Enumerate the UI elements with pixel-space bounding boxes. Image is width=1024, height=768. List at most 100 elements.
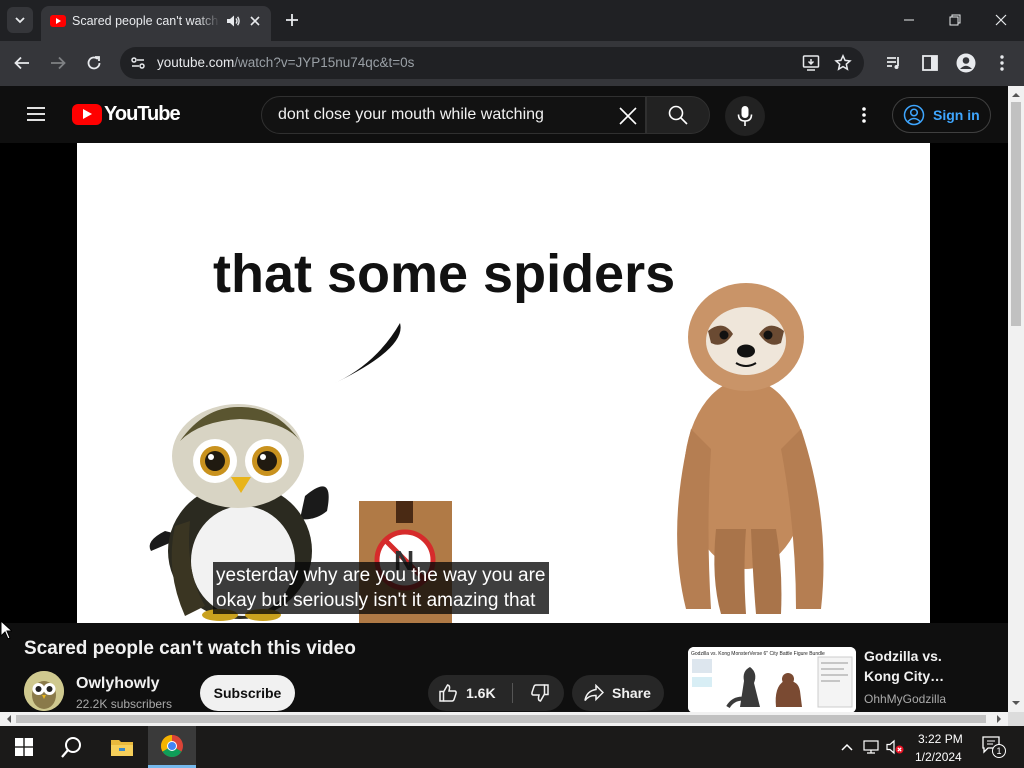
media-queue-icon bbox=[887, 57, 899, 69]
chevron-up-icon bbox=[841, 743, 853, 751]
youtube-favicon-icon bbox=[50, 15, 66, 27]
tab-title: Scared people can't watch this video bbox=[72, 14, 220, 28]
subscribe-button[interactable]: Subscribe bbox=[200, 675, 295, 711]
subtitle-line: okay but seriously isn't it amazing that bbox=[216, 590, 536, 611]
search-button[interactable] bbox=[646, 96, 710, 134]
minimize-button[interactable] bbox=[886, 6, 932, 34]
taskbar-file-explorer[interactable] bbox=[98, 726, 146, 768]
clear-search-icon[interactable] bbox=[618, 106, 638, 126]
new-tab-icon[interactable] bbox=[282, 10, 302, 30]
like-count: 1.6K bbox=[466, 685, 496, 701]
video-subtitles: yesterday why are you the way you are ok… bbox=[213, 562, 549, 614]
tab-search-button[interactable] bbox=[7, 7, 33, 33]
share-label: Share bbox=[612, 685, 651, 701]
side-panel-icon bbox=[922, 55, 938, 71]
taskbar-chrome[interactable] bbox=[148, 726, 196, 768]
side-panel-button[interactable] bbox=[920, 53, 940, 73]
windows-taskbar: 3:22 PM 1/2/2024 1 bbox=[0, 726, 1024, 768]
search-input[interactable]: dont close your mouth while watching bbox=[261, 96, 646, 134]
sloth-plush-image bbox=[677, 283, 824, 614]
scroll-down-arrow-icon[interactable] bbox=[1008, 696, 1024, 710]
microphone-icon bbox=[737, 106, 753, 126]
vertical-scrollbar-thumb[interactable] bbox=[1011, 102, 1021, 326]
channel-name[interactable]: Owlyhowly bbox=[76, 675, 160, 693]
browser-tab-strip: Scared people can't watch this video bbox=[0, 0, 1024, 41]
scroll-up-arrow-icon[interactable] bbox=[1008, 88, 1024, 102]
thumbnail-caption: Godzilla vs. Kong MonsterVerse 6" City B… bbox=[691, 651, 825, 657]
back-button[interactable] bbox=[12, 53, 32, 73]
taskbar-search-button[interactable] bbox=[48, 726, 96, 768]
install-app-icon[interactable] bbox=[802, 54, 820, 72]
like-divider bbox=[512, 683, 513, 703]
more-vert-icon bbox=[862, 107, 866, 123]
recommended-video-thumbnail[interactable]: Godzilla vs. Kong MonsterVerse 6" City B… bbox=[688, 647, 856, 713]
scroll-right-arrow-icon[interactable] bbox=[992, 712, 1006, 726]
youtube-logo[interactable]: YouTube bbox=[72, 103, 181, 125]
sign-in-button[interactable]: Sign in bbox=[892, 97, 991, 133]
search-icon bbox=[668, 105, 688, 125]
recommended-video-channel[interactable]: OhhMyGodzilla bbox=[864, 692, 946, 706]
address-bar[interactable]: youtube.com/watch?v=JYP15nu74qc&t=0s bbox=[120, 47, 864, 79]
voice-search-button[interactable] bbox=[725, 96, 765, 136]
dislike-button[interactable] bbox=[516, 675, 564, 711]
scrollbar-corner bbox=[1008, 712, 1024, 726]
site-info-icon[interactable] bbox=[128, 53, 148, 73]
thumbs-up-icon bbox=[439, 684, 457, 702]
youtube-logo-icon bbox=[72, 103, 102, 125]
subtitle-line: yesterday why are you the way you are bbox=[216, 565, 546, 586]
url-host: youtube.com bbox=[157, 55, 235, 70]
clock-time: 3:22 PM bbox=[918, 732, 963, 746]
restore-icon bbox=[949, 14, 961, 26]
speaker-icon[interactable] bbox=[225, 13, 241, 29]
bookmark-star-icon[interactable] bbox=[834, 54, 852, 72]
scroll-left-arrow-icon[interactable] bbox=[2, 712, 16, 726]
horizontal-scrollbar-thumb[interactable] bbox=[16, 715, 986, 723]
close-window-button[interactable] bbox=[978, 6, 1024, 34]
horizontal-scrollbar[interactable] bbox=[0, 712, 1008, 726]
browser-tab-active[interactable]: Scared people can't watch this video bbox=[41, 6, 271, 41]
close-icon bbox=[995, 14, 1007, 26]
network-icon bbox=[863, 740, 879, 754]
channel-avatar[interactable] bbox=[24, 671, 64, 711]
account-circle-icon bbox=[903, 104, 925, 126]
chrome-logo-icon bbox=[161, 734, 183, 757]
recommended-video-title[interactable]: Godzilla vs. Kong City… bbox=[864, 646, 974, 686]
action-center-button[interactable]: 1 bbox=[980, 734, 1008, 760]
notification-count: 1 bbox=[996, 746, 1002, 756]
search-query-text: dont close your mouth while watching bbox=[278, 106, 544, 123]
media-controls-button[interactable] bbox=[884, 53, 904, 73]
forward-button[interactable] bbox=[48, 53, 68, 73]
sign-in-label: Sign in bbox=[933, 107, 980, 123]
hamburger-menu-icon[interactable] bbox=[24, 104, 48, 124]
settings-more-button[interactable] bbox=[852, 103, 876, 127]
close-tab-icon[interactable] bbox=[247, 13, 263, 29]
folder-icon bbox=[111, 740, 133, 756]
godzilla-kong-thumbnail-image: Godzilla vs. Kong MonsterVerse 6" City B… bbox=[688, 647, 856, 713]
subscriber-count: 22.2K subscribers bbox=[76, 697, 173, 711]
like-button[interactable]: 1.6K bbox=[428, 675, 512, 711]
show-hidden-icons-button[interactable] bbox=[838, 738, 856, 756]
youtube-header: YouTube dont close your mouth while watc… bbox=[0, 86, 1008, 143]
url-path: /watch?v=JYP15nu74qc&t=0s bbox=[234, 55, 415, 70]
notification-count-badge: 1 bbox=[992, 744, 1006, 758]
mouse-cursor-icon bbox=[0, 620, 12, 640]
profile-button[interactable] bbox=[956, 53, 976, 73]
video-title: Scared people can't watch this video bbox=[24, 638, 356, 659]
volume-tray-button[interactable] bbox=[886, 738, 904, 756]
video-on-screen-text: that some spiders bbox=[213, 244, 676, 304]
clock-date: 1/2/2024 bbox=[915, 750, 962, 764]
start-button[interactable] bbox=[0, 726, 48, 768]
network-tray-button[interactable] bbox=[862, 738, 880, 756]
browser-menu-button[interactable] bbox=[992, 53, 1012, 73]
restore-button[interactable] bbox=[932, 6, 978, 34]
share-button[interactable]: Share bbox=[572, 675, 664, 711]
arrow-right-icon bbox=[51, 56, 66, 70]
video-frame[interactable]: that some spiders N bbox=[77, 143, 930, 623]
reload-button[interactable] bbox=[84, 53, 104, 73]
like-dislike-group: 1.6K bbox=[428, 675, 564, 711]
vertical-scrollbar[interactable] bbox=[1008, 86, 1024, 712]
url-text: youtube.com/watch?v=JYP15nu74qc&t=0s bbox=[157, 55, 414, 70]
video-player[interactable]: that some spiders N yesterday why are yo… bbox=[0, 143, 1008, 623]
windows-logo-icon bbox=[15, 738, 33, 756]
profile-icon bbox=[956, 53, 976, 73]
